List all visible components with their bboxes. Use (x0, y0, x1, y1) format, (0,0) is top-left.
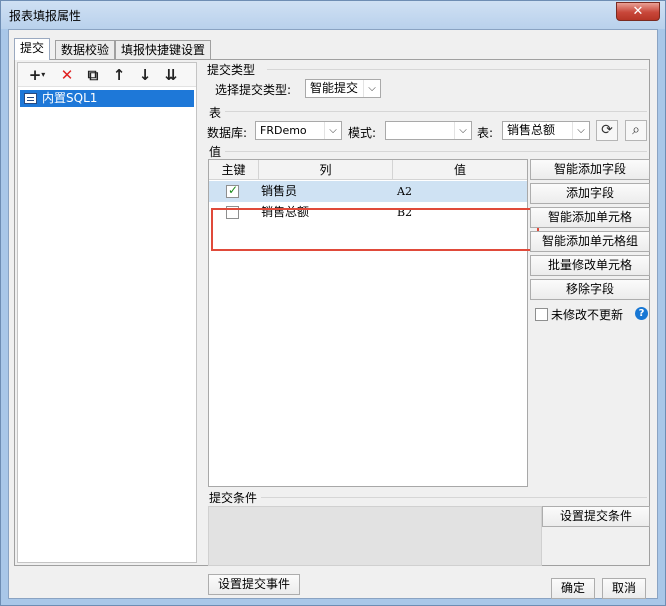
set-condition-button[interactable]: 设置提交条件 (542, 506, 650, 527)
submit-type-label: 选择提交类型: (215, 83, 292, 97)
row-value: A2 (397, 185, 412, 198)
tab-submit[interactable]: 提交 (14, 38, 51, 60)
database-label: 数据库: (207, 126, 248, 140)
divider (267, 69, 647, 70)
submit-type-select[interactable]: 智能提交 (305, 79, 381, 98)
row-column: 销售员 (261, 184, 298, 198)
move-up-icon[interactable]: ↑ (108, 66, 130, 84)
divider (225, 111, 647, 112)
smart-add-cell-button[interactable]: 智能添加单元格 (530, 207, 650, 228)
set-event-button[interactable]: 设置提交事件 (208, 574, 300, 595)
mode-label: 模式: (348, 126, 377, 140)
batch-modify-cell-button[interactable]: 批量修改单元格 (530, 255, 650, 276)
refresh-icon[interactable]: ⟳ (596, 120, 618, 141)
divider (261, 497, 647, 498)
add-icon[interactable]: +▾ (24, 66, 50, 84)
table-icon (24, 93, 37, 104)
table-row[interactable]: 销售员 A2 (209, 181, 527, 202)
list-toolbar: +▾ ✕ ⧉ ↑ ↓ ⇊ (18, 63, 196, 87)
smart-add-cell-group-button[interactable]: 智能添加单元格组 (530, 231, 650, 252)
header-column: 列 (259, 160, 393, 180)
delete-icon[interactable]: ✕ (56, 66, 78, 84)
help-icon[interactable]: ? (635, 307, 648, 320)
dialog-client: 提交 数据校验 填报快捷键设置 +▾ ✕ ⧉ ↑ ↓ ⇊ 内置SQL1 提交类型… (8, 29, 658, 599)
mode-select[interactable] (385, 121, 472, 140)
cancel-button[interactable]: 取消 (602, 578, 646, 599)
list-item-sql[interactable]: 内置SQL1 (20, 90, 194, 107)
highlight-box (211, 208, 539, 251)
tab-shortcut-settings[interactable]: 填报快捷键设置 (115, 40, 212, 59)
condition-display (208, 506, 542, 566)
chevron-down-icon (572, 122, 589, 139)
chevron-down-icon (454, 122, 471, 139)
database-select[interactable]: FRDemo (255, 121, 342, 140)
submit-type-section: 提交类型 (207, 63, 256, 77)
chevron-down-icon (324, 122, 341, 139)
no-update-label: 未修改不更新 (551, 308, 624, 322)
smart-add-field-button[interactable]: 智能添加字段 (530, 159, 650, 180)
dialog-window: 报表填报属性 ✕ 提交 数据校验 填报快捷键设置 +▾ ✕ ⧉ ↑ ↓ ⇊ 内置… (0, 0, 666, 606)
move-down-icon[interactable]: ↓ (134, 66, 156, 84)
primary-key-checkbox[interactable] (226, 183, 239, 198)
list-item-label: 内置SQL1 (42, 91, 98, 105)
remove-field-button[interactable]: 移除字段 (530, 279, 650, 300)
tab-panel: +▾ ✕ ⧉ ↑ ↓ ⇊ 内置SQL1 提交类型 选择提交类型: 智能提交 ⌵ … (14, 59, 650, 595)
header-value: 值 (453, 163, 466, 177)
chevron-down-icon (363, 80, 380, 97)
table-header: 主键 列 值 (209, 160, 527, 180)
table-section: 表 (209, 106, 222, 120)
no-update-checkbox[interactable] (535, 308, 548, 321)
title-bar: 报表填报属性 ✕ (1, 1, 665, 29)
copy-icon[interactable]: ⧉ (82, 66, 104, 84)
close-icon[interactable]: ✕ (616, 2, 660, 21)
tab-data-validation[interactable]: 数据校验 (55, 40, 116, 59)
add-field-button[interactable]: 添加字段 (530, 183, 650, 204)
preview-icon[interactable]: ⌕ (625, 120, 647, 141)
header-key: 主键 (209, 160, 259, 180)
values-section: 值 (209, 145, 222, 159)
divider (225, 151, 647, 152)
sort-icon[interactable]: ⇊ (160, 66, 182, 84)
dialog-title: 报表填报属性 (9, 9, 82, 23)
ok-button[interactable]: 确定 (551, 578, 595, 599)
condition-section: 提交条件 (209, 491, 258, 505)
sql-list-panel: +▾ ✕ ⧉ ↑ ↓ ⇊ 内置SQL1 (17, 62, 197, 563)
table-select[interactable]: 销售总额 (502, 121, 590, 140)
table-label: 表: (477, 126, 494, 140)
